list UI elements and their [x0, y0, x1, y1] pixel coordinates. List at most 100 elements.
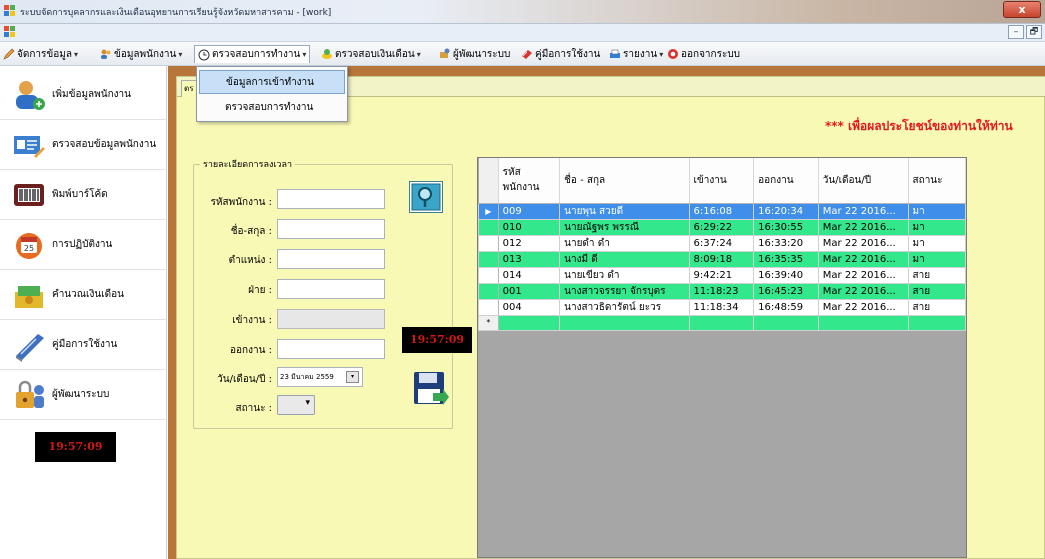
column-header-date[interactable]: วัน/เดือน/ปี — [818, 158, 909, 204]
row-header-cell[interactable] — [478, 234, 499, 252]
table-row[interactable]: 014 นายเขียว ดำ 9:42:21 16:39:40 Mar 22 2016… — [478, 266, 966, 284]
check-out-cell[interactable]: 16:45:23 — [753, 282, 819, 300]
date-cell[interactable]: Mar 22 2016... — [817, 282, 909, 300]
date-cell[interactable]: Mar 22 2016... — [817, 266, 909, 284]
name-field[interactable] — [277, 219, 385, 239]
employee-id-cell[interactable]: 001 — [497, 282, 561, 300]
name-cell[interactable]: นายเขียว ดำ — [559, 266, 690, 284]
dropdown-item-check-work[interactable]: ตรวจสอบการทำงาน — [199, 96, 345, 120]
date-picker[interactable]: 23 มีนาคม 2559 ▾ — [277, 367, 363, 387]
mdi-minimize-button[interactable]: – — [1008, 25, 1024, 39]
check-in-cell[interactable]: 8:09:18 — [688, 250, 755, 268]
name-cell[interactable]: นางสาวจรรยา จักรบุตร — [559, 282, 690, 300]
sidebar-item-calculate-salary[interactable]: คำนวณเงินเดือน — [0, 270, 167, 320]
sidebar-item-user-manual[interactable]: คู่มือการใช้งาน — [0, 320, 167, 370]
row-header-cell[interactable] — [478, 298, 499, 316]
row-header-cell[interactable]: ▶ — [478, 202, 499, 220]
employee-id-cell[interactable]: 004 — [497, 298, 561, 316]
new-row-cell[interactable] — [753, 314, 819, 331]
check-out-cell[interactable]: 16:39:40 — [753, 266, 819, 284]
status-select[interactable]: ▾ — [277, 395, 315, 415]
close-window-button[interactable]: x — [1003, 1, 1041, 18]
date-cell[interactable]: Mar 22 2016... — [817, 234, 909, 252]
calendar-dropdown-icon[interactable]: ▾ — [346, 371, 359, 383]
status-cell[interactable]: มา — [907, 250, 966, 268]
employee-id-cell[interactable]: 010 — [497, 218, 561, 236]
department-field[interactable] — [277, 279, 385, 299]
employee-id-cell[interactable]: 014 — [497, 266, 561, 284]
row-header-cell[interactable] — [478, 250, 499, 268]
menu-developer[interactable]: ผู้พัฒนาระบบ — [436, 45, 513, 63]
row-header-cell[interactable] — [478, 218, 499, 236]
check-out-field[interactable] — [277, 339, 385, 359]
date-cell[interactable]: Mar 22 2016... — [817, 218, 909, 236]
new-row-header[interactable]: * — [478, 314, 499, 331]
new-row[interactable]: * — [478, 314, 966, 331]
table-row[interactable]: 013 นางมี ดี 8:09:18 16:35:35 Mar 22 2016...… — [478, 250, 966, 268]
position-field[interactable] — [277, 249, 385, 269]
search-button[interactable] — [409, 181, 443, 213]
sidebar-item-developer[interactable]: ผู้พัฒนาระบบ — [0, 370, 167, 420]
menu-report[interactable]: รายงาน ▾ — [606, 45, 666, 63]
mdi-restore-button[interactable]: 🗗 — [1026, 25, 1042, 39]
row-header-cell[interactable] — [478, 282, 499, 300]
date-cell[interactable]: Mar 22 2016... — [817, 202, 909, 220]
column-header-status[interactable]: สถานะ — [908, 158, 966, 204]
status-cell[interactable]: มา — [907, 218, 966, 236]
name-cell[interactable]: นายพุน สวยดี — [559, 202, 690, 220]
date-cell[interactable]: Mar 22 2016... — [817, 250, 909, 268]
employee-id-field[interactable] — [277, 189, 385, 209]
table-row[interactable]: ▶ 009 นายพุน สวยดี 6:16:08 16:20:34 Mar 22 20… — [478, 202, 966, 220]
status-cell[interactable]: มา — [907, 234, 966, 252]
status-cell[interactable]: สาย — [907, 282, 966, 300]
check-out-cell[interactable]: 16:30:55 — [753, 218, 819, 236]
sidebar-item-add-employee[interactable]: เพิ่มข้อมูลพนักงาน — [0, 70, 167, 120]
check-in-cell[interactable]: 6:37:24 — [688, 234, 755, 252]
menu-logout[interactable]: ออกจากระบบ — [664, 45, 743, 63]
new-row-cell[interactable] — [817, 314, 909, 331]
table-row[interactable]: 012 นายดำ ดำ 6:37:24 16:33:20 Mar 22 2016...… — [478, 234, 966, 252]
employee-id-cell[interactable]: 013 — [497, 250, 561, 268]
column-header-name[interactable]: ชื่อ - สกุล — [559, 158, 690, 204]
menu-user-guide[interactable]: คู่มือการใช้งาน — [518, 45, 603, 63]
column-header-check-in[interactable]: เข้างาน — [689, 158, 755, 204]
sidebar-item-work-performance[interactable]: 25 การปฏิบัติงาน — [0, 220, 167, 270]
new-row-cell[interactable] — [907, 314, 966, 331]
attendance-grid[interactable]: รหัส พนักงาน ชื่อ - สกุล เข้างาน ออกงาน … — [477, 157, 967, 558]
employee-id-cell[interactable]: 012 — [497, 234, 561, 252]
sidebar-item-check-employee[interactable]: ตรวจสอบข้อมูลพนักงาน — [0, 120, 167, 170]
menu-manage-data[interactable]: จัดการข้อมูล ▾ — [0, 45, 81, 63]
menu-check-salary[interactable]: ตรวจสอบเงินเดือน ▾ — [318, 45, 424, 63]
new-row-cell[interactable] — [688, 314, 755, 331]
check-in-cell[interactable]: 9:42:21 — [688, 266, 755, 284]
save-button[interactable] — [413, 371, 449, 409]
check-out-cell[interactable]: 16:48:59 — [753, 298, 819, 316]
new-row-cell[interactable] — [559, 314, 690, 331]
status-cell[interactable]: สาย — [907, 266, 966, 284]
check-out-cell[interactable]: 16:35:35 — [753, 250, 819, 268]
column-header-check-out[interactable]: ออกงาน — [753, 158, 819, 204]
check-in-cell[interactable]: 11:18:23 — [688, 282, 755, 300]
table-row[interactable]: 001 นางสาวจรรยา จักรบุตร 11:18:23 16:45:23 M… — [478, 282, 966, 300]
status-cell[interactable]: สาย — [907, 298, 966, 316]
name-cell[interactable]: นายดำ ดำ — [559, 234, 690, 252]
table-row[interactable]: 004 นางสาวธิดารัตน์ ยะวร 11:18:34 16:48:59 M… — [478, 298, 966, 316]
menu-check-work[interactable]: ตรวจสอบการทำงาน ▾ — [194, 45, 311, 63]
employee-id-cell[interactable]: 009 — [497, 202, 561, 220]
name-cell[interactable]: นางมี ดี — [559, 250, 690, 268]
check-in-cell[interactable]: 6:29:22 — [688, 218, 755, 236]
check-in-cell[interactable]: 11:18:34 — [688, 298, 755, 316]
dropdown-item-attendance-data[interactable]: ข้อมูลการเข้าทำงาน — [199, 70, 345, 94]
name-cell[interactable]: นายณัฐพร พรรณี — [559, 218, 690, 236]
menu-employee-data[interactable]: ข้อมูลพนักงาน ▾ — [97, 45, 185, 63]
status-cell[interactable]: มา — [907, 202, 966, 220]
new-row-cell[interactable] — [497, 314, 561, 331]
check-out-cell[interactable]: 16:20:34 — [753, 202, 819, 220]
column-header-employee-id[interactable]: รหัส พนักงาน — [498, 158, 561, 204]
sidebar-item-print-barcode[interactable]: พิมพ์บาร์โค้ด — [0, 170, 167, 220]
check-out-cell[interactable]: 16:33:20 — [753, 234, 819, 252]
name-cell[interactable]: นางสาวธิดารัตน์ ยะวร — [559, 298, 690, 316]
table-row[interactable]: 010 นายณัฐพร พรรณี 6:29:22 16:30:55 Mar 22 2… — [478, 218, 966, 236]
check-in-cell[interactable]: 6:16:08 — [688, 202, 755, 220]
row-header-cell[interactable] — [478, 266, 499, 284]
